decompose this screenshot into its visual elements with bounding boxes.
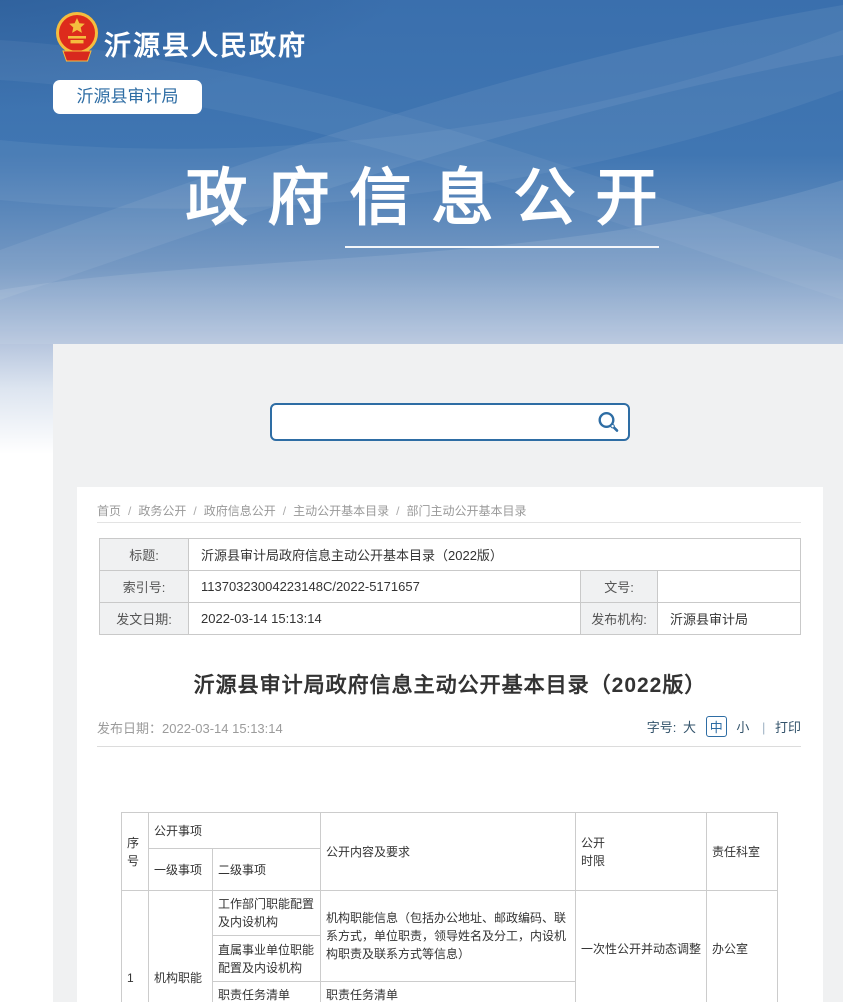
breadcrumb-current: 部门主动公开基本目录 [406,504,526,518]
meta-publisher-value: 沂源县审计局 [658,603,801,635]
catalog-table: 序号 公开事项 公开内容及要求 公开 时限 责任科室 一级事项 二级事项 1 机… [121,812,778,1002]
breadcrumb: 首页 / 政务公开 / 政府信息公开 / 主动公开基本目录 / 部门主动公开基本目录 [97,502,526,519]
print-button[interactable]: 打印 [775,720,801,735]
meta-title-value: 沂源县审计局政府信息主动公开基本目录（2022版） [189,539,801,571]
publish-date: 发布日期：2022-03-14 15:13:14 [97,718,283,737]
china-national-emblem-icon[interactable] [54,11,100,64]
header-time-limit: 公开 时限 [576,813,707,891]
font-size-medium-button[interactable]: 中 [706,716,727,737]
left-gradient-strip [0,344,53,1002]
breadcrumb-home[interactable]: 首页 [97,504,121,518]
cell-level2: 职责任务清单 [213,982,321,1002]
header-seq: 序号 [122,813,149,891]
breadcrumb-zhengwu[interactable]: 政务公开 [138,504,186,518]
cell-seq: 1 [122,891,149,1002]
meta-index-value: 11370323004223148C/2022-5171657 [189,571,581,603]
table-row: 1 机构职能 工作部门职能配置及内设机构 机构职能信息（包括办公地址、邮政编码、… [122,891,778,936]
catalog-header-row-1: 序号 公开事项 公开内容及要求 公开 时限 责任科室 [122,813,778,849]
breadcrumb-separator: / [193,504,196,518]
search-icon[interactable] [596,410,620,434]
table-row: 索引号: 11370323004223148C/2022-5171657 文号: [100,571,801,603]
header-matter: 公开事项 [149,813,321,849]
meta-issuedate-label: 发文日期: [100,603,189,635]
meta-docnum-value [658,571,801,603]
banner: 沂源县人民政府 沂源县审计局 政府信息公开 [0,0,843,344]
header-dept: 责任科室 [707,813,778,891]
bureau-tab-button[interactable]: 沂源县审计局 [53,80,202,114]
meta-docnum-label: 文号: [581,571,658,603]
meta-publisher-label: 发布机构: [581,603,658,635]
page: 沂源县人民政府 沂源县审计局 政府信息公开 首页 / 政务公开 / 政府信息公开 / 主动公… [0,0,843,1002]
breadcrumb-zhudong-mulu[interactable]: 主动公开基本目录 [293,504,389,518]
table-row: 发文日期: 2022-03-14 15:13:14 发布机构: 沂源县审计局 [100,603,801,635]
meta-issuedate-value: 2022-03-14 15:13:14 [189,603,581,635]
cell-content: 职责任务清单 [321,982,576,1002]
font-size-small-button[interactable]: 小 [736,720,749,735]
cell-content: 机构职能信息（包括办公地址、邮政编码、联系方式，单位职责，领导姓名及分工，内设机… [321,891,576,982]
table-row: 标题: 沂源县审计局政府信息主动公开基本目录（2022版） [100,539,801,571]
article-title: 沂源县审计局政府信息主动公开基本目录（2022版） [77,669,823,699]
breadcrumb-separator: / [396,504,399,518]
search-box [270,403,630,441]
controls-divider: | [762,720,765,735]
article-divider-line [97,746,801,747]
search-input[interactable] [272,405,602,439]
publish-date-value: 2022-03-14 15:13:14 [162,721,283,736]
meta-index-label: 索引号: [100,571,189,603]
cell-level2: 直属事业单位职能配置及内设机构 [213,936,321,982]
breadcrumb-xinxi-gongkai[interactable]: 政府信息公开 [204,504,276,518]
cell-level1: 机构职能 [149,891,213,1002]
font-size-label: 字号: [647,720,677,735]
banner-page-title: 政府信息公开 [0,163,843,235]
banner-title-underline [345,246,659,248]
document-meta-table: 标题: 沂源县审计局政府信息主动公开基本目录（2022版） 索引号: 11370… [99,538,801,635]
header-level2: 二级事项 [213,849,321,891]
cell-level2: 工作部门职能配置及内设机构 [213,891,321,936]
publish-date-label: 发布日期： [97,721,162,736]
breadcrumb-separator: / [128,504,131,518]
cell-dept: 办公室 [707,891,778,1002]
cell-time-limit: 一次性公开并动态调整 [576,891,707,1002]
font-size-controls: 字号: 大 中 小 | 打印 [647,716,801,737]
header-content: 公开内容及要求 [321,813,576,891]
breadcrumb-separator: / [283,504,286,518]
meta-title-label: 标题: [100,539,189,571]
header-level1: 一级事项 [149,849,213,891]
font-size-large-button[interactable]: 大 [683,720,696,735]
site-name: 沂源县人民政府 [104,24,307,63]
breadcrumb-divider-line [97,522,801,523]
